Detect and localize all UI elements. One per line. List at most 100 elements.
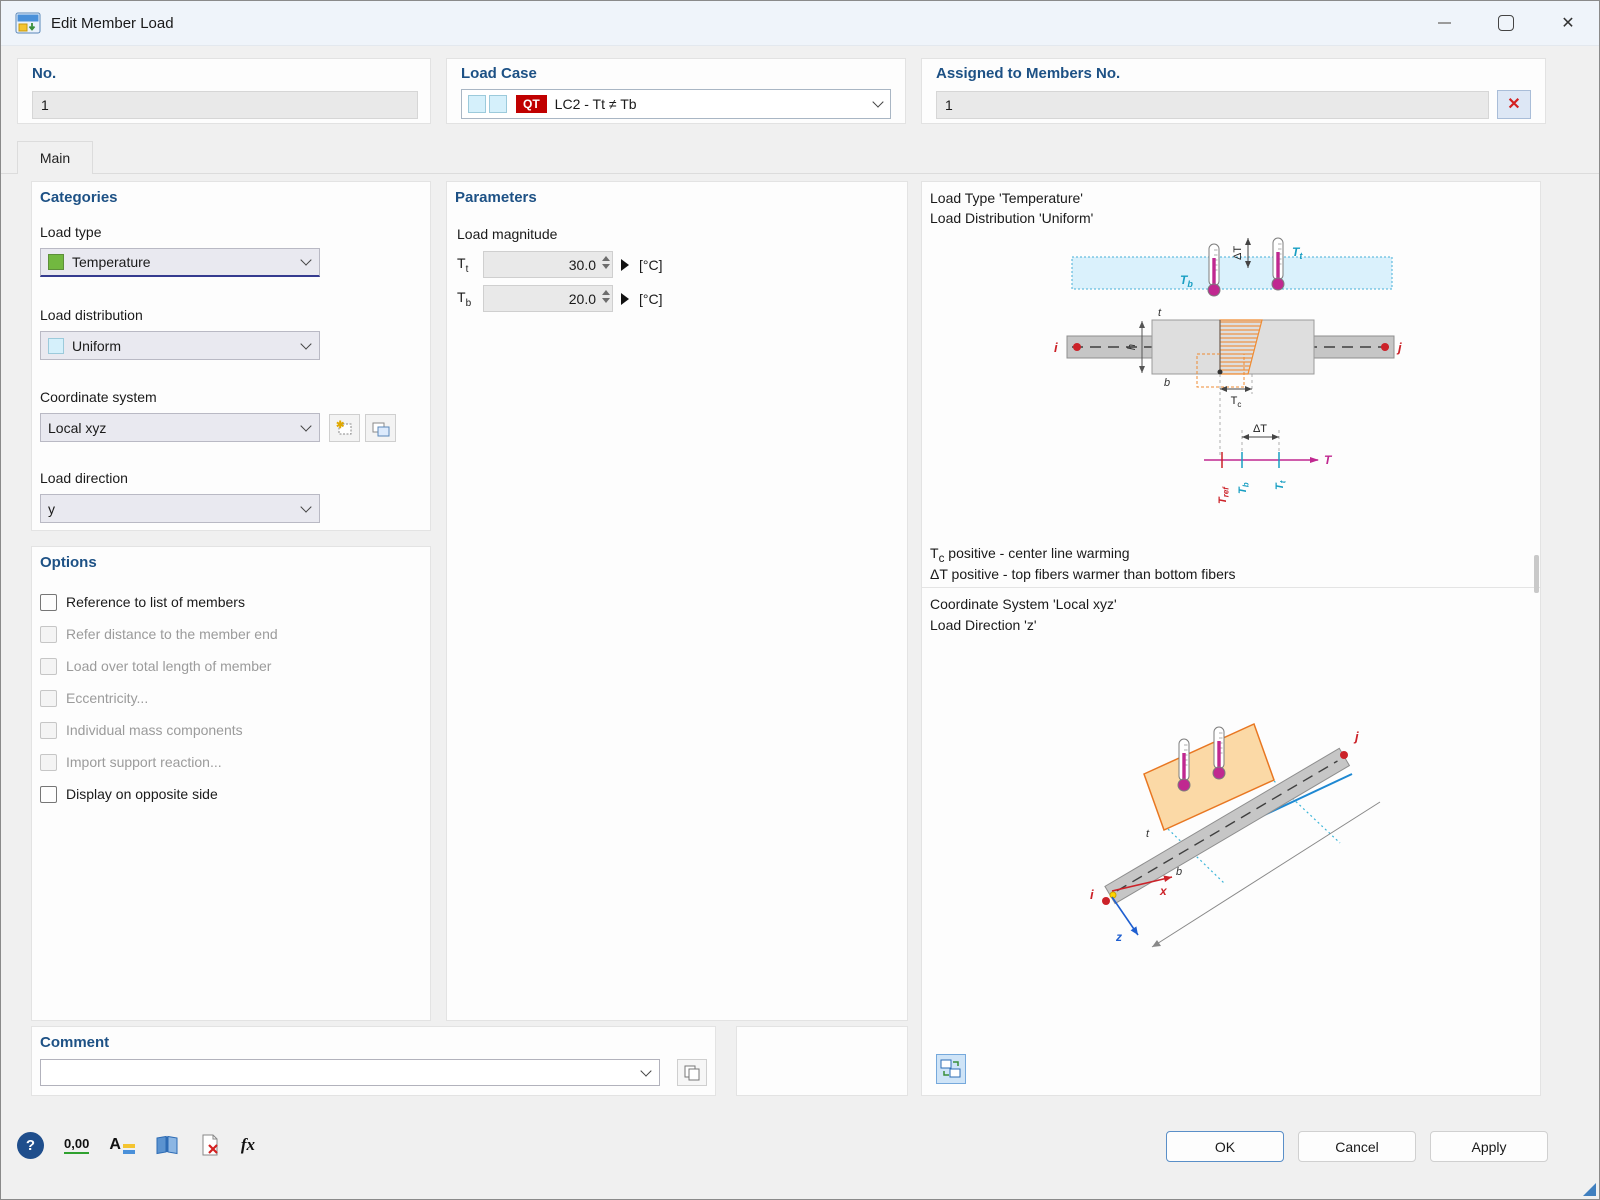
preview-coordinate-system-text: Coordinate System 'Local xyz' xyxy=(930,596,1117,612)
spin-up-icon[interactable] xyxy=(602,256,610,261)
option-label: Refer distance to the member end xyxy=(66,626,278,642)
tb-detail-button[interactable] xyxy=(621,292,629,305)
categories-panel: Categories Load type Temperature Load di… xyxy=(31,181,431,531)
tb-spinner[interactable] xyxy=(602,290,610,303)
svg-text:b: b xyxy=(1176,866,1182,878)
title-bar: Edit Member Load ✕ xyxy=(1,1,1599,46)
spin-down-icon[interactable] xyxy=(602,264,610,269)
footer-toolbar: ? 0,00 A fx xyxy=(17,1127,255,1163)
option-display-on-opposite-side[interactable]: Display on opposite side xyxy=(40,781,218,807)
assigned-members-label: Assigned to Members No. xyxy=(936,65,1121,82)
uniform-color-swatch xyxy=(48,337,64,354)
font-settings-icon: A xyxy=(109,1136,135,1154)
svg-text:x: x xyxy=(1159,884,1168,898)
number-input[interactable] xyxy=(32,91,418,119)
load-type-dropdown[interactable]: Temperature xyxy=(40,248,320,277)
coordinate-system-label: Coordinate system xyxy=(40,389,157,405)
tt-unit: [°C] xyxy=(639,256,663,273)
tt-detail-button[interactable] xyxy=(621,258,629,271)
maximize-icon xyxy=(1498,15,1514,31)
tab-main[interactable]: Main xyxy=(17,141,93,174)
content-divider xyxy=(1,173,1599,174)
load-type-label: Load type xyxy=(40,224,102,240)
tb-symbol: Tb xyxy=(457,288,472,309)
option-label: Import support reaction... xyxy=(66,754,222,770)
book-icon xyxy=(156,1135,178,1155)
preview-note-tc: Tc positive - center line warming xyxy=(930,545,1130,565)
svg-text:h: h xyxy=(1126,344,1138,350)
comment-combobox[interactable] xyxy=(40,1059,660,1086)
close-icon: ✕ xyxy=(1561,15,1575,32)
tt-spinner[interactable] xyxy=(602,256,610,269)
apply-button[interactable]: Apply xyxy=(1430,1131,1548,1162)
svg-text:i: i xyxy=(1054,340,1058,355)
svg-text:i: i xyxy=(1090,887,1094,902)
chevron-down-icon xyxy=(640,1064,652,1077)
spin-up-icon[interactable] xyxy=(602,290,610,295)
load-case-color-swatch-2 xyxy=(489,95,507,113)
option-refer-distance-to-member-end: Refer distance to the member end xyxy=(40,621,278,647)
formula-editor-button[interactable]: fx xyxy=(241,1135,255,1155)
option-label: Load over total length of member xyxy=(66,658,272,674)
comment-panel: Comment xyxy=(31,1026,716,1096)
select-members-button[interactable]: ✕ xyxy=(1497,90,1531,119)
comment-title: Comment xyxy=(40,1034,110,1051)
minimize-button[interactable] xyxy=(1413,1,1475,45)
chevron-down-icon xyxy=(300,337,312,350)
svg-text:z: z xyxy=(1115,930,1122,944)
display-settings-button[interactable]: A xyxy=(109,1136,135,1154)
edit-coordinate-system-icon xyxy=(372,422,389,437)
coordinate-system-dropdown[interactable]: Local xyz xyxy=(40,413,320,442)
tb-field-wrap xyxy=(483,285,613,312)
empty-panel xyxy=(736,1026,908,1096)
preview-load-distribution-text: Load Distribution 'Uniform' xyxy=(930,210,1094,226)
ok-button[interactable]: OK xyxy=(1166,1131,1284,1162)
load-distribution-dropdown[interactable]: Uniform xyxy=(40,331,320,360)
copy-comment-button[interactable] xyxy=(677,1059,707,1086)
preview-divider xyxy=(922,587,1540,588)
delete-settings-button[interactable] xyxy=(199,1134,221,1156)
decimal-places-button[interactable]: 0,00 xyxy=(64,1136,90,1154)
option-reference-to-list-of-members[interactable]: Reference to list of members xyxy=(40,589,245,615)
new-coordinate-system-button[interactable]: ✱ xyxy=(329,414,360,442)
tb-unit: [°C] xyxy=(639,290,663,307)
checkbox-icon xyxy=(40,721,57,739)
preview-note-dt: ΔT positive - top fibers warmer than bot… xyxy=(930,566,1236,582)
load-direction-dropdown[interactable]: y xyxy=(40,494,320,523)
checkbox-icon[interactable] xyxy=(40,593,57,611)
temperature-load-diagram: ΔT Tt Tb i j t h b Tc ΔT T Tref Tb Tt xyxy=(1054,237,1402,504)
svg-text:b: b xyxy=(1164,377,1170,389)
load-case-dropdown[interactable]: QT LC2 - Tt ≠ Tb xyxy=(461,89,891,119)
manual-button[interactable] xyxy=(155,1135,179,1155)
tb-parameter-row: Tb [°C] xyxy=(457,285,663,312)
close-button[interactable]: ✕ xyxy=(1537,1,1599,45)
chevron-down-icon xyxy=(300,500,312,513)
svg-text:t: t xyxy=(1146,828,1150,840)
checkbox-icon[interactable] xyxy=(40,785,57,803)
maximize-button[interactable] xyxy=(1475,1,1537,45)
resize-grip[interactable] xyxy=(1583,1183,1596,1196)
decimal-places-icon: 0,00 xyxy=(64,1136,90,1154)
options-panel: Options Reference to list of members Ref… xyxy=(31,546,431,1021)
chevron-down-icon xyxy=(300,419,312,432)
load-case-group: Load Case QT LC2 - Tt ≠ Tb xyxy=(446,58,906,124)
preview-scrollbar[interactable] xyxy=(1534,555,1539,593)
cancel-button[interactable]: Cancel xyxy=(1298,1131,1416,1162)
assigned-members-group: Assigned to Members No. ✕ xyxy=(921,58,1546,124)
load-direction-label: Load direction xyxy=(40,470,128,486)
tt-field-wrap xyxy=(483,251,613,278)
tb-input[interactable] xyxy=(483,285,613,312)
app-icon xyxy=(15,12,41,34)
parameters-panel: Parameters Load magnitude Tt [°C] Tb [°C… xyxy=(446,181,908,1021)
toggle-preview-button[interactable] xyxy=(936,1054,966,1084)
assigned-members-input[interactable] xyxy=(936,91,1489,119)
svg-text:Tc: Tc xyxy=(1231,395,1242,409)
tt-symbol: Tt xyxy=(457,254,469,275)
comment-input[interactable] xyxy=(50,1064,642,1081)
edit-coordinate-system-button[interactable] xyxy=(365,414,396,442)
chevron-down-icon xyxy=(872,96,884,108)
deselect-icon: ✕ xyxy=(1507,95,1521,113)
help-button[interactable]: ? xyxy=(17,1131,44,1159)
tt-input[interactable] xyxy=(483,251,613,278)
spin-down-icon[interactable] xyxy=(602,298,610,303)
